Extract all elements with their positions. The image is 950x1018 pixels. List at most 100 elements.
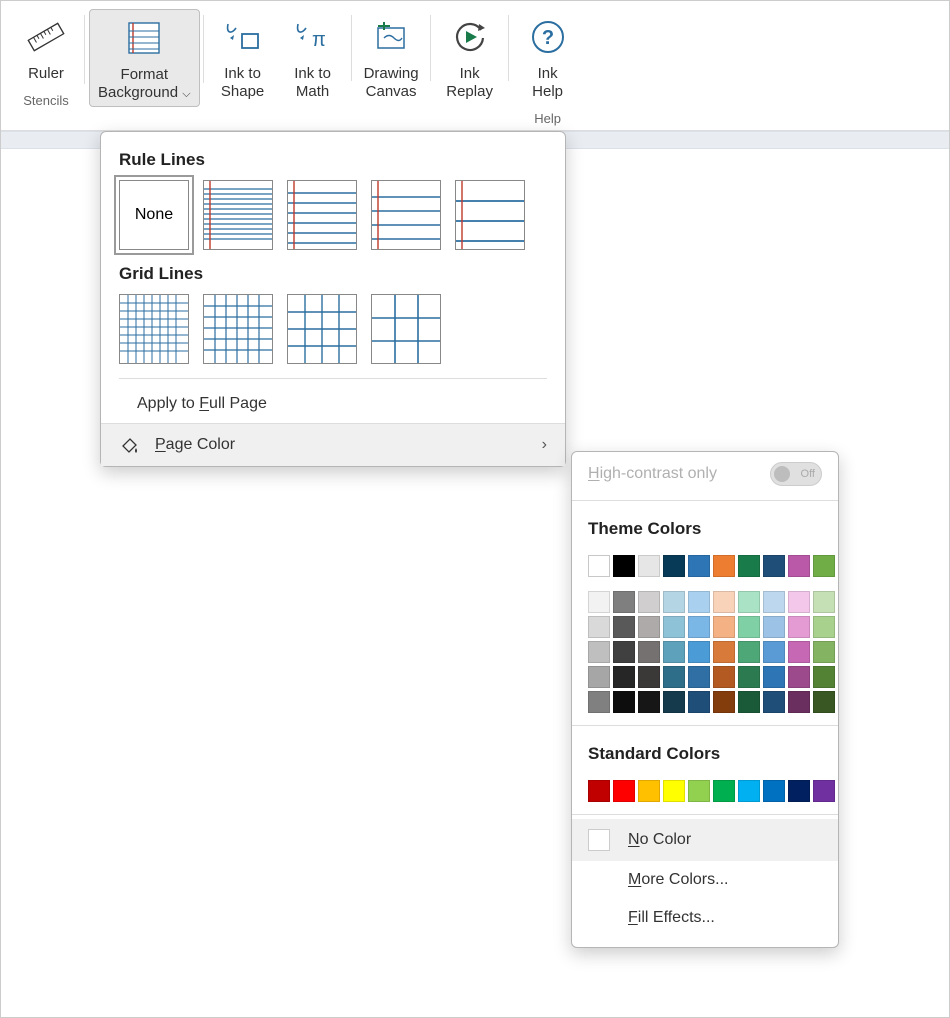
color-swatch[interactable]	[638, 591, 660, 613]
color-swatch[interactable]	[588, 591, 610, 613]
svg-text:π: π	[312, 29, 326, 51]
color-swatch[interactable]	[688, 666, 710, 688]
color-swatch[interactable]	[613, 641, 635, 663]
grid-xlarge[interactable]	[371, 294, 441, 364]
grid-large[interactable]	[287, 294, 357, 364]
color-swatch[interactable]	[613, 591, 635, 613]
color-swatch[interactable]	[738, 780, 760, 802]
color-swatch[interactable]	[813, 641, 835, 663]
high-contrast-toggle[interactable]: Off	[770, 462, 822, 486]
color-swatch[interactable]	[638, 666, 660, 688]
color-swatch[interactable]	[763, 691, 785, 713]
color-swatch[interactable]	[663, 691, 685, 713]
color-swatch[interactable]	[588, 616, 610, 638]
color-swatch[interactable]	[588, 780, 610, 802]
color-swatch[interactable]	[738, 666, 760, 688]
rule-standard[interactable]	[371, 180, 441, 250]
color-swatch[interactable]	[663, 780, 685, 802]
fill-effects-item[interactable]: Fill Effects...	[572, 899, 838, 937]
chevron-down-icon: ⌵	[182, 88, 190, 100]
color-swatch[interactable]	[588, 641, 610, 663]
color-swatch[interactable]	[638, 641, 660, 663]
color-swatch[interactable]	[763, 616, 785, 638]
color-swatch[interactable]	[688, 691, 710, 713]
color-swatch[interactable]	[788, 555, 810, 577]
color-swatch[interactable]	[688, 591, 710, 613]
rule-none[interactable]: None	[119, 180, 189, 250]
rule-wide[interactable]	[455, 180, 525, 250]
page-color-item[interactable]: Page Color ›	[101, 424, 565, 466]
color-swatch[interactable]	[788, 591, 810, 613]
ink-to-shape-button[interactable]: Ink toShape	[208, 9, 278, 105]
ink-to-shape-label: Ink toShape	[221, 65, 264, 101]
drawing-canvas-button[interactable]: DrawingCanvas	[356, 9, 427, 105]
color-swatch[interactable]	[713, 616, 735, 638]
color-swatch[interactable]	[688, 641, 710, 663]
rule-narrow[interactable]	[203, 180, 273, 250]
no-color-item[interactable]: No Color	[572, 819, 838, 861]
color-swatch[interactable]	[663, 666, 685, 688]
color-swatch[interactable]	[613, 616, 635, 638]
color-swatch[interactable]	[688, 555, 710, 577]
color-swatch[interactable]	[713, 666, 735, 688]
ink-to-shape-icon	[219, 13, 267, 61]
apply-full-page[interactable]: Apply to Full Page	[101, 385, 565, 423]
color-swatch[interactable]	[738, 591, 760, 613]
color-swatch[interactable]	[638, 691, 660, 713]
color-swatch[interactable]	[713, 691, 735, 713]
color-swatch[interactable]	[813, 591, 835, 613]
ink-to-math-button[interactable]: π Ink toMath	[278, 9, 348, 105]
paint-bucket-icon	[119, 434, 141, 456]
color-swatch[interactable]	[763, 555, 785, 577]
color-swatch[interactable]	[663, 616, 685, 638]
ribbon-group-canvas: DrawingCanvas	[352, 9, 431, 105]
color-swatch[interactable]	[713, 591, 735, 613]
color-swatch[interactable]	[763, 591, 785, 613]
color-swatch[interactable]	[738, 691, 760, 713]
color-swatch[interactable]	[588, 555, 610, 577]
color-swatch[interactable]	[638, 616, 660, 638]
ribbon-group-help: ? InkHelp Help	[509, 9, 587, 126]
color-swatch[interactable]	[638, 780, 660, 802]
color-swatch[interactable]	[738, 641, 760, 663]
color-swatch[interactable]	[738, 616, 760, 638]
color-swatch[interactable]	[663, 641, 685, 663]
color-swatch[interactable]	[663, 555, 685, 577]
color-swatch[interactable]	[638, 555, 660, 577]
color-swatch[interactable]	[713, 555, 735, 577]
color-swatch[interactable]	[813, 666, 835, 688]
color-swatch[interactable]	[613, 691, 635, 713]
color-swatch[interactable]	[763, 666, 785, 688]
color-swatch[interactable]	[813, 555, 835, 577]
color-swatch[interactable]	[688, 616, 710, 638]
color-swatch[interactable]	[788, 780, 810, 802]
color-swatch[interactable]	[788, 616, 810, 638]
color-swatch[interactable]	[663, 591, 685, 613]
more-colors-item[interactable]: More Colors...	[572, 861, 838, 899]
format-background-button[interactable]: Format Background ⌵	[89, 9, 200, 107]
color-swatch[interactable]	[788, 666, 810, 688]
color-swatch[interactable]	[713, 641, 735, 663]
rule-college[interactable]	[287, 180, 357, 250]
color-swatch[interactable]	[763, 780, 785, 802]
color-swatch[interactable]	[613, 780, 635, 802]
color-swatch[interactable]	[763, 641, 785, 663]
color-swatch[interactable]	[613, 555, 635, 577]
color-swatch[interactable]	[738, 555, 760, 577]
color-swatch[interactable]	[788, 641, 810, 663]
color-swatch[interactable]	[588, 666, 610, 688]
grid-small[interactable]	[119, 294, 189, 364]
color-swatch[interactable]	[688, 780, 710, 802]
grid-medium[interactable]	[203, 294, 273, 364]
color-swatch[interactable]	[713, 780, 735, 802]
no-color-swatch	[588, 829, 610, 851]
ruler-button[interactable]: Ruler	[11, 9, 81, 87]
color-swatch[interactable]	[813, 780, 835, 802]
color-swatch[interactable]	[788, 691, 810, 713]
color-swatch[interactable]	[813, 616, 835, 638]
color-swatch[interactable]	[613, 666, 635, 688]
ink-replay-button[interactable]: InkReplay	[435, 9, 505, 105]
color-swatch[interactable]	[588, 691, 610, 713]
color-swatch[interactable]	[813, 691, 835, 713]
ink-help-button[interactable]: ? InkHelp	[513, 9, 583, 105]
